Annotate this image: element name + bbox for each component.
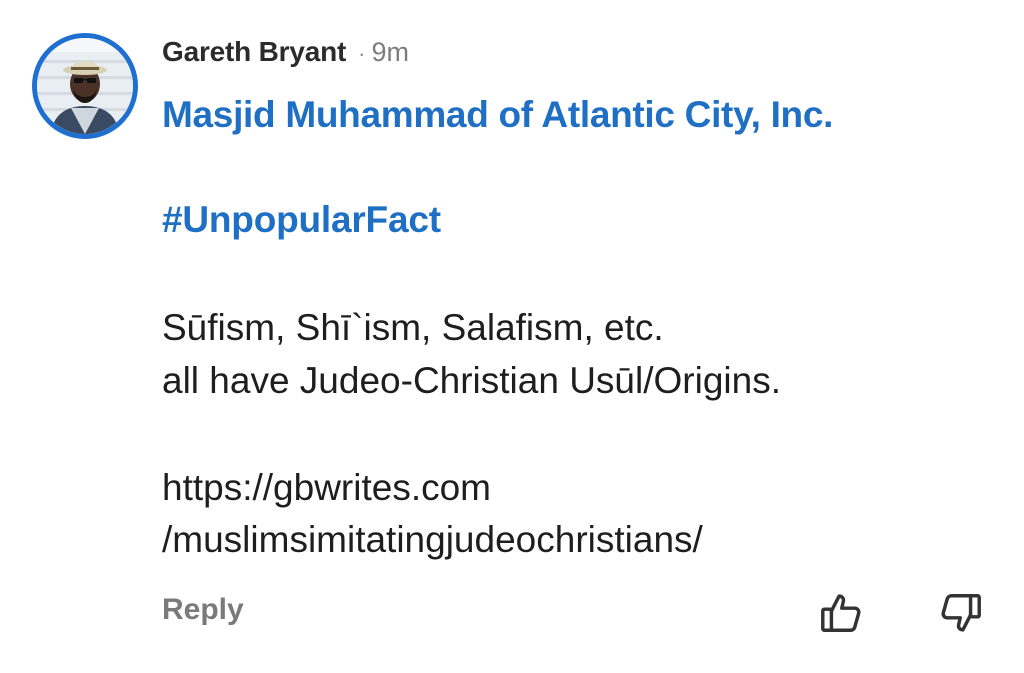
thumbs-down-icon[interactable]	[938, 590, 984, 636]
url-text-line[interactable]: /muslimsimitatingjudeochristians/	[162, 519, 703, 561]
thumbs-up-icon[interactable]	[818, 590, 864, 636]
author-name[interactable]: Gareth Bryant	[162, 36, 346, 68]
avatar-photo	[37, 38, 133, 134]
comment-text-line: Sūfism, Shī`ism, Salafism, etc.	[162, 307, 664, 348]
reply-button[interactable]: Reply	[162, 593, 244, 627]
avatar[interactable]	[32, 33, 138, 139]
timestamp: 9m	[371, 37, 409, 67]
url-text-line[interactable]: https://gbwrites.com	[162, 467, 491, 509]
comment-text-line: all have Judeo-Christian Usūl/Origins.	[162, 360, 781, 401]
meta-separator: ·	[358, 41, 366, 66]
comment-header: Gareth Bryant · 9m	[162, 36, 409, 72]
mention-link[interactable]: Masjid Muhammad of Atlantic City, Inc.	[162, 94, 833, 136]
hashtag-link[interactable]: #UnpopularFact	[162, 199, 441, 241]
